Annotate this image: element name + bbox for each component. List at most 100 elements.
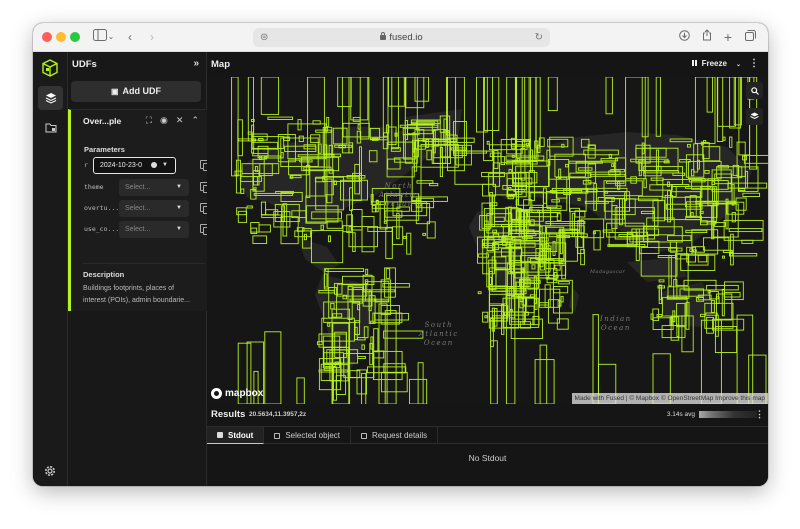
tab-selected-object[interactable]: Selected object [264, 427, 352, 444]
map-layers-button[interactable] [746, 108, 763, 125]
reload-icon[interactable]: ↻ [535, 28, 543, 47]
folder-icon [45, 123, 56, 132]
results-tabs: Stdout Selected object Request details [207, 426, 768, 444]
map-attribution[interactable]: Made with Fused | © Mapbox © OpenStreetM… [571, 393, 768, 404]
tile-boundary [374, 312, 410, 321]
tile-boundary [697, 254, 708, 263]
map-search-button[interactable] [746, 82, 763, 99]
add-udf-button[interactable]: ▣ Add UDF [71, 81, 201, 102]
results-header: Results 20.5634,11.3957,2z 3.14s avg ⋮ [207, 404, 768, 426]
tile-boundary [488, 144, 528, 151]
tile-boundary [378, 303, 388, 404]
back-icon[interactable]: ‹ [123, 28, 137, 46]
map-menu-icon[interactable]: ⋮ [749, 58, 759, 69]
udf-panel: UDFs » ▣ Add UDF Over...ple ⛶ ◉ ✕ ⌃ Param… [68, 52, 210, 486]
terminal-icon [217, 432, 223, 438]
map-canvas[interactable]: North Atlantic Ocean South Atlantic Ocea… [207, 77, 768, 404]
tile-boundary [658, 279, 665, 283]
param-select[interactable]: Select... ▼ [119, 221, 189, 238]
tile-boundary [558, 281, 570, 285]
tile-boundary [484, 77, 500, 131]
table-icon [361, 432, 368, 439]
param-value: Select... [125, 184, 151, 191]
tile-boundary [326, 116, 330, 127]
download-icon[interactable] [677, 28, 691, 46]
forward-icon[interactable]: › [145, 28, 159, 46]
tile-boundary [703, 237, 730, 251]
tile-boundary [325, 268, 365, 272]
files-nav-button[interactable] [38, 115, 63, 139]
fused-logo-icon[interactable] [41, 59, 59, 77]
tile-boundary [365, 268, 369, 275]
param-value: 2024-10-23-0 [100, 162, 143, 169]
freeze-button[interactable]: Freeze ⌄ [691, 59, 741, 68]
tile-boundary [538, 302, 550, 306]
map-header: Map Freeze ⌄ ⋮ [207, 52, 768, 77]
tile-boundary [352, 232, 356, 252]
collapse-panel-button[interactable]: » [193, 58, 199, 69]
chevron-down-icon[interactable]: ⌄ [736, 62, 741, 68]
tile-boundary [506, 77, 523, 155]
tile-boundary [385, 268, 391, 279]
tile-boundary [297, 119, 302, 131]
new-tab-icon[interactable]: + [721, 28, 735, 46]
tab-label: Request details [372, 431, 428, 440]
focus-icon[interactable]: ⛶ [146, 115, 152, 126]
close-icon[interactable]: ✕ [176, 115, 184, 126]
tile-boundary [327, 235, 331, 243]
param-select[interactable]: Select... ▼ [119, 200, 189, 217]
address-bar[interactable]: ⊜ fused.io ↻ [253, 28, 550, 47]
eye-icon[interactable]: ◉ [160, 115, 168, 126]
tile-boundary [488, 276, 492, 286]
tab-stdout[interactable]: Stdout [207, 427, 265, 444]
browser-toolbar: ⌄ ‹ › ⊜ fused.io ↻ + [33, 23, 768, 52]
tile-boundary [317, 341, 323, 346]
timing-sparkline [699, 411, 757, 418]
tile-boundary [706, 77, 713, 113]
tile-boundary [382, 283, 410, 288]
description-section: Description Buildings footprints, places… [83, 263, 205, 306]
tile-boundary [656, 314, 663, 318]
tile-boundary [352, 116, 361, 122]
tile-boundary [429, 183, 439, 187]
clear-icon[interactable] [151, 162, 157, 168]
tile-boundary [258, 138, 264, 142]
param-date-input[interactable]: 2024-10-23-0 ▼ [93, 157, 176, 174]
freeze-label: Freeze [701, 59, 727, 68]
zoom-window-button[interactable] [70, 32, 80, 42]
chevron-down-icon[interactable]: ▼ [176, 179, 182, 196]
description-label: Description [83, 270, 125, 279]
tab-request-details[interactable]: Request details [351, 427, 439, 444]
tile-boundary [237, 210, 248, 223]
mapbox-logo[interactable]: mapbox [211, 388, 263, 399]
share-icon[interactable] [700, 28, 714, 46]
chevron-down-icon[interactable]: ▼ [162, 158, 168, 173]
udf-card[interactable]: Over...ple ⛶ ◉ ✕ ⌃ Parameters r 2024-10-… [68, 109, 210, 311]
minimize-window-button[interactable] [56, 32, 66, 42]
tile-boundary [261, 214, 284, 219]
tile-boundary [246, 205, 253, 209]
tile-boundary [715, 314, 719, 337]
settings-gear-icon[interactable] [44, 464, 56, 476]
tile-boundary [554, 264, 561, 271]
chevron-down-icon[interactable]: ⌄ [106, 28, 116, 46]
results-title: Results [211, 409, 246, 420]
ocean-label: Indian Ocean [600, 315, 632, 332]
site-settings-icon[interactable]: ⊜ [260, 28, 268, 47]
param-select[interactable]: Select... ▼ [119, 179, 189, 196]
tile-boundary [357, 356, 366, 359]
results-menu-icon[interactable]: ⋮ [755, 409, 764, 420]
close-window-button[interactable] [42, 32, 52, 42]
tile-boundary [561, 264, 566, 280]
tile-boundary [556, 318, 569, 330]
chevron-down-icon[interactable]: ▼ [176, 221, 182, 238]
chevron-up-icon[interactable]: ⌃ [191, 115, 199, 126]
chevron-down-icon[interactable]: ▼ [176, 200, 182, 217]
tile-boundary [426, 221, 436, 239]
tile-boundary [658, 287, 662, 300]
search-icon [750, 86, 759, 95]
layers-nav-button[interactable] [38, 86, 63, 110]
url-text: fused.io [389, 32, 423, 43]
tile-boundary [547, 77, 558, 112]
tab-overview-icon[interactable] [743, 28, 757, 46]
